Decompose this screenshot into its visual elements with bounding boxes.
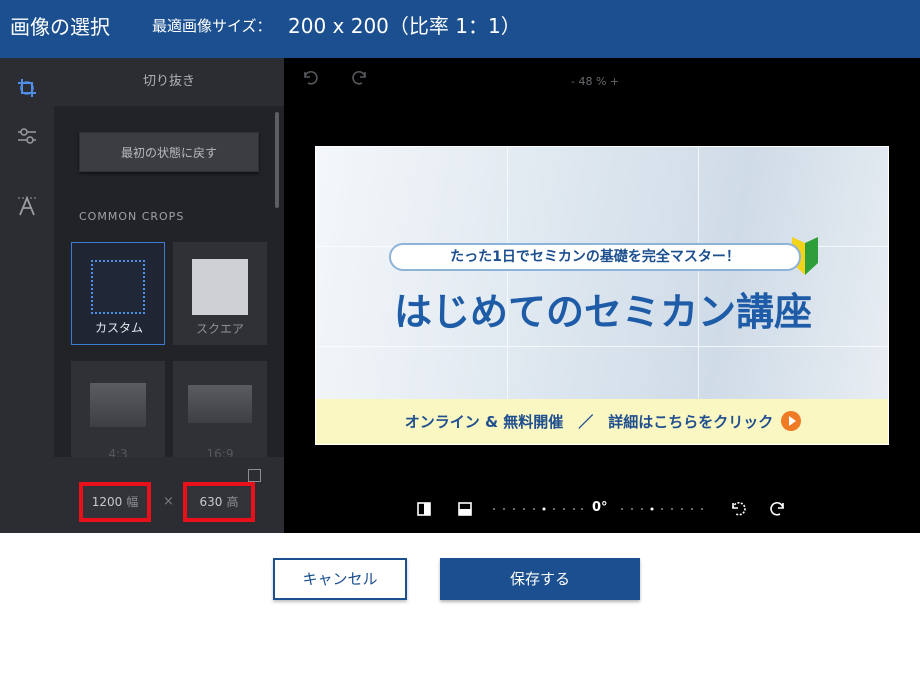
reset-button[interactable]: 最初の状態に戻す: [79, 132, 259, 172]
crop-option-label: カスタム: [94, 321, 143, 335]
ratio-lock-checkbox[interactable]: [248, 469, 261, 482]
square-crop-thumbnail: [192, 259, 248, 315]
redo-icon[interactable]: [350, 68, 370, 88]
crop-option-16-9[interactable]: 16:9: [173, 361, 267, 461]
dimension-controls: 1200 幅 × 630 高: [54, 457, 284, 533]
adjust-sliders-icon[interactable]: [13, 122, 41, 150]
height-input[interactable]: 630 高: [183, 482, 255, 522]
times-sign: ×: [163, 494, 174, 509]
undo-icon[interactable]: [300, 68, 320, 88]
crop-4-3-thumbnail: [90, 383, 146, 427]
banner-image[interactable]: たった1日でセミカンの基礎を完全マスター！ はじめてのセミカン講座 オンライン …: [315, 146, 889, 445]
optimal-size-label: 最適画像サイズ：: [152, 17, 272, 35]
crop-option-4-3[interactable]: 4:3: [71, 361, 165, 461]
crop-16-9-thumbnail: [188, 385, 252, 423]
play-arrow-icon: [781, 410, 802, 431]
rotation-slider-left[interactable]: [492, 507, 584, 511]
banner-tagline: たった1日でセミカンの基礎を完全マスター！: [389, 243, 801, 271]
dialog-title: 画像の選択: [10, 15, 110, 39]
width-value: 1200: [91, 495, 123, 509]
crop-option-label: スクエア: [195, 322, 244, 336]
rotate-left-icon[interactable]: [729, 500, 747, 518]
crop-icon[interactable]: [13, 74, 41, 102]
image-editor: 切り抜き 最初の状態に戻す COMMON CROPS カスタム スクエア 4:3…: [0, 58, 920, 533]
tool-sidebar: [0, 58, 54, 533]
panel-title: 切り抜き: [54, 58, 284, 106]
canvas-area: - 48 % + たった1日でセミカンの基礎を完全マスター！ はじめてのセミカン…: [284, 58, 920, 533]
header-bar: 画像の選択 最適画像サイズ： 200 x 200（比率 1：1）: [0, 0, 920, 58]
banner-headline: はじめてのセミカン講座: [393, 290, 812, 334]
rotate-right-icon[interactable]: [769, 500, 787, 518]
cancel-button[interactable]: キャンセル: [273, 558, 407, 600]
crop-option-square[interactable]: スクエア: [173, 242, 267, 345]
rotation-controls: 0°: [284, 498, 920, 520]
zoom-level[interactable]: - 48 % +: [571, 75, 619, 88]
flip-vertical-icon[interactable]: [457, 501, 473, 517]
crop-panel: 切り抜き 最初の状態に戻す COMMON CROPS カスタム スクエア 4:3…: [54, 58, 284, 533]
save-button[interactable]: 保存する: [440, 558, 640, 600]
height-unit: 高: [226, 495, 239, 509]
custom-crop-thumbnail: [91, 260, 145, 314]
width-input[interactable]: 1200 幅: [79, 482, 151, 522]
dialog-footer: キャンセル 保存する: [0, 533, 920, 694]
flip-horizontal-icon[interactable]: [416, 501, 432, 517]
crop-grid-line: [316, 346, 888, 347]
common-crops-heading: COMMON CROPS: [79, 210, 185, 223]
rotation-slider-right[interactable]: [620, 507, 704, 511]
width-unit: 幅: [126, 495, 139, 509]
banner-footer-text: オンライン & 無料開催 ／ 詳細はこちらをクリック: [404, 413, 774, 431]
banner-footer-bar: オンライン & 無料開催 ／ 詳細はこちらをクリック: [316, 399, 888, 444]
rotation-degree: 0°: [592, 500, 608, 515]
optimal-size-value: 200 x 200（比率 1：1）: [288, 14, 521, 38]
crop-option-custom[interactable]: カスタム: [71, 242, 165, 345]
panel-scrollbar[interactable]: [275, 112, 279, 208]
height-value: 630: [199, 495, 223, 509]
text-icon[interactable]: [13, 192, 41, 220]
